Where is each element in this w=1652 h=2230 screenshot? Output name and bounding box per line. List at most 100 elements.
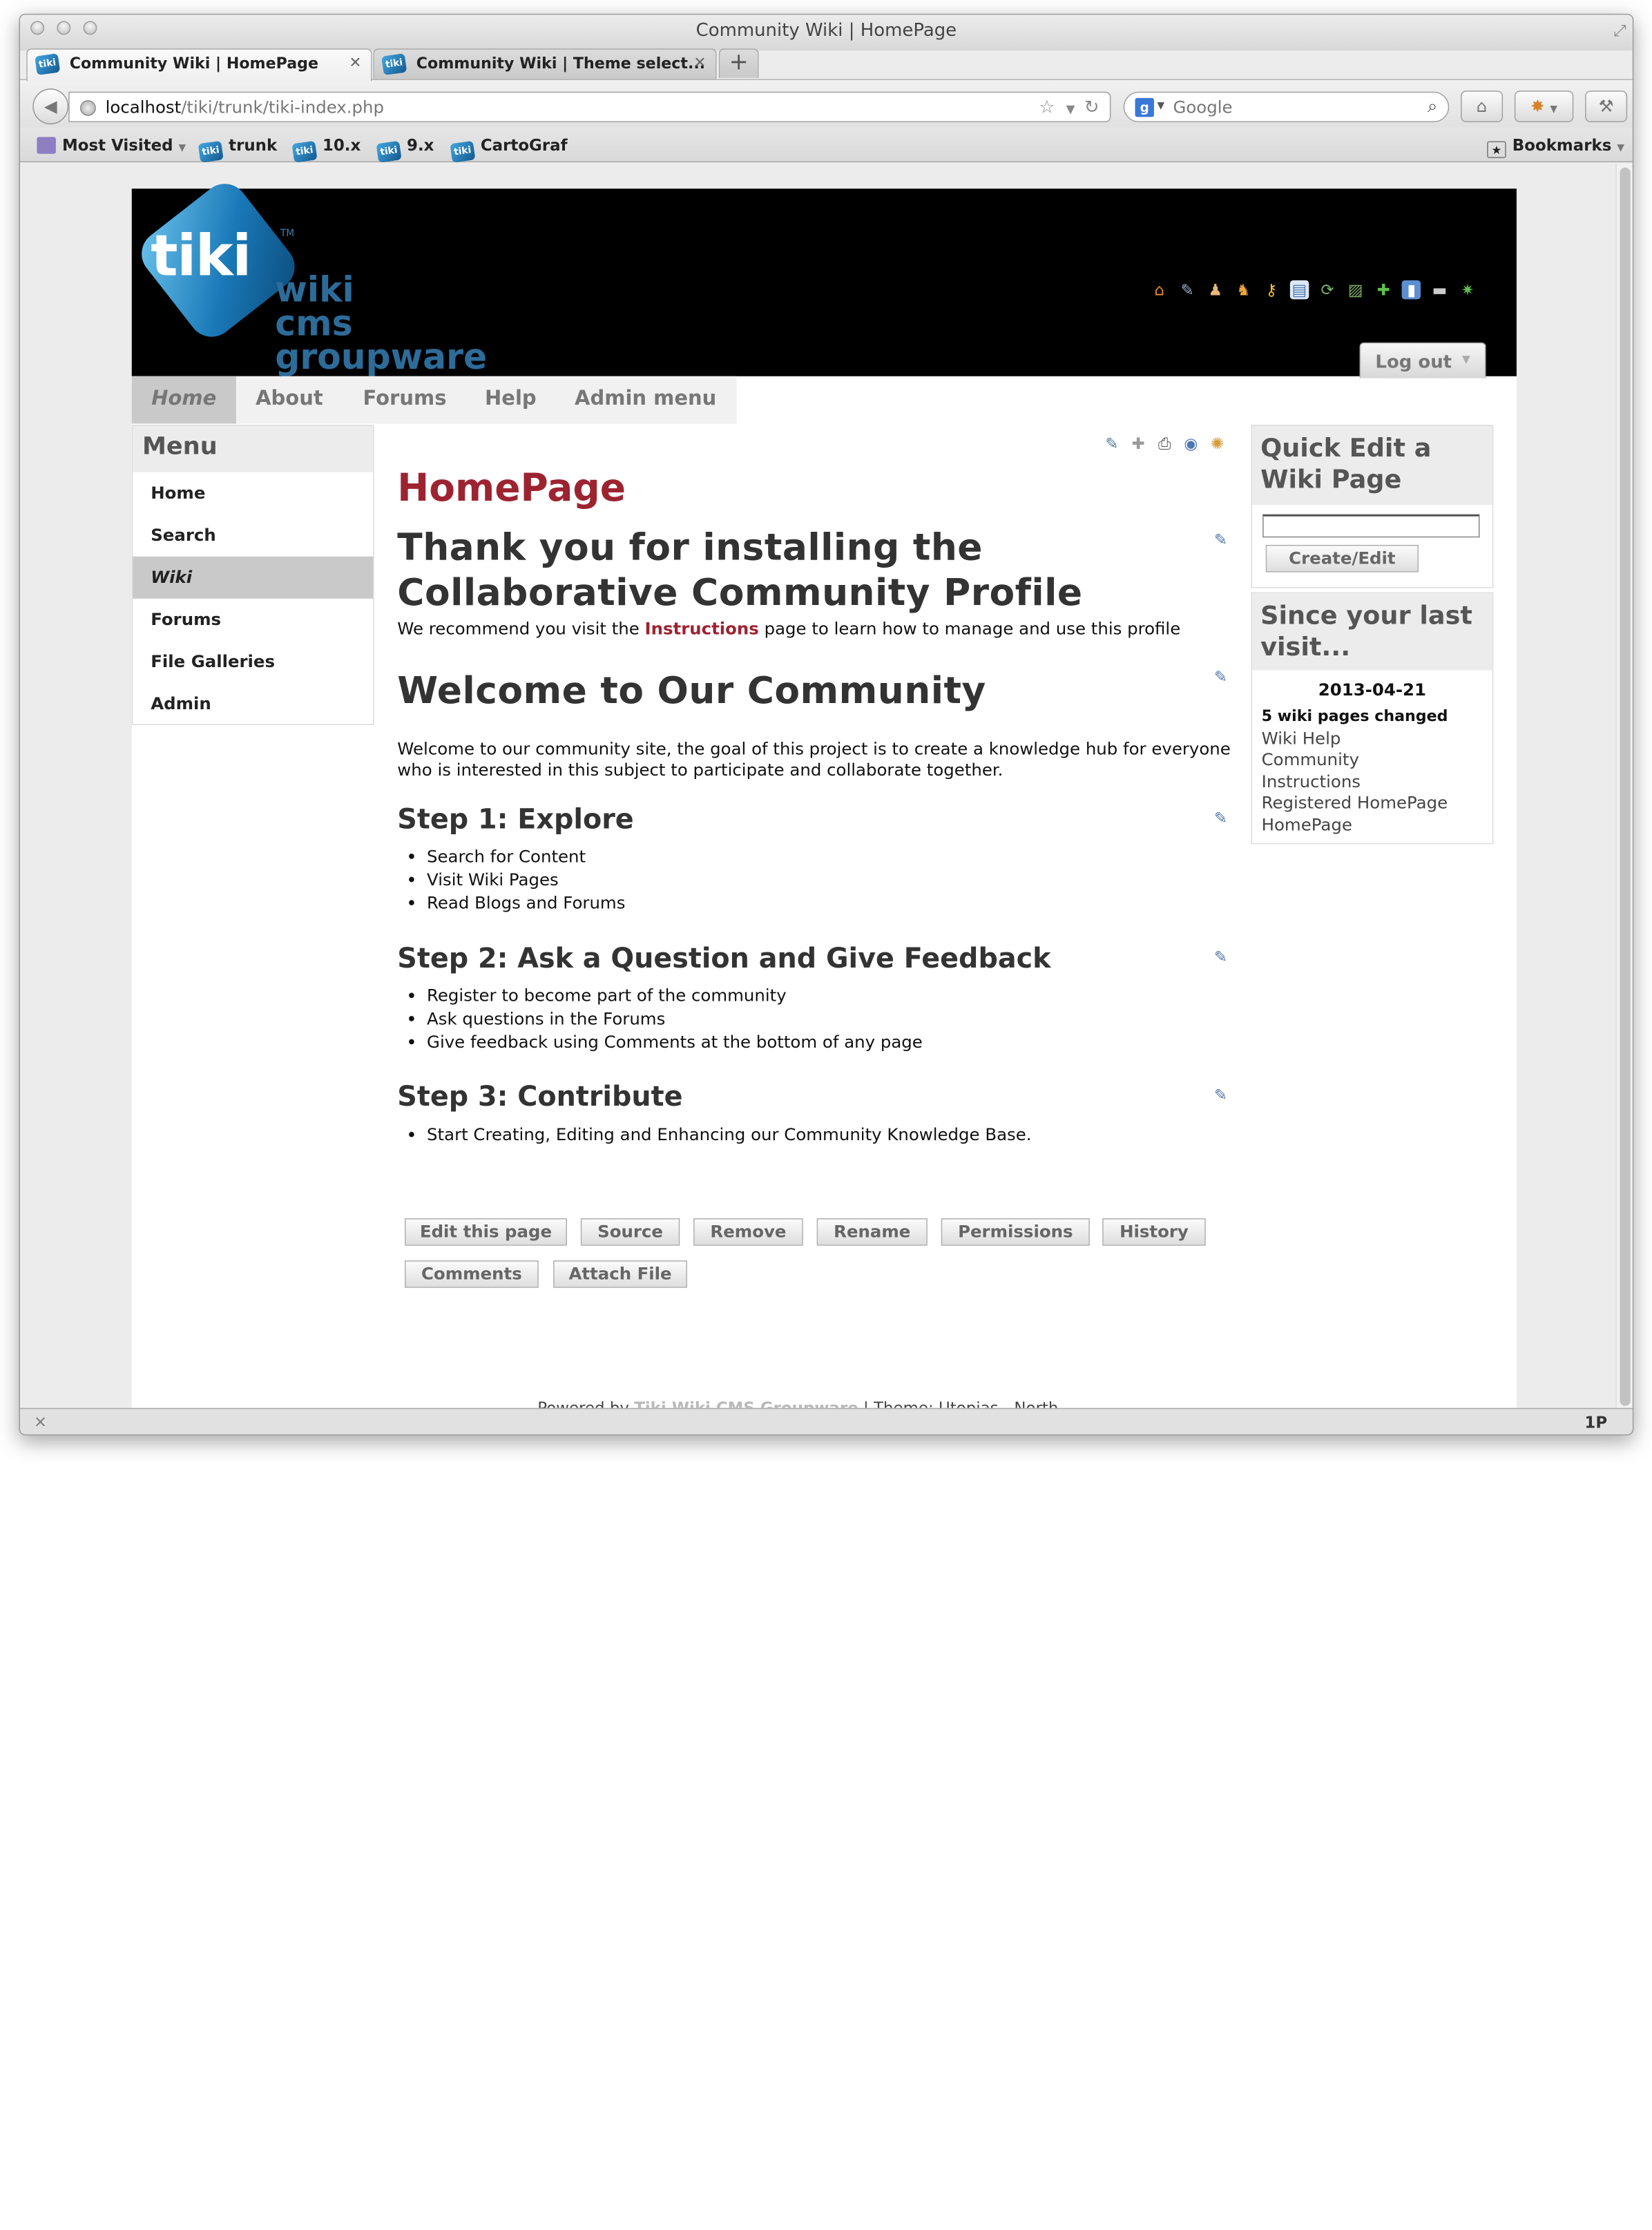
- addon-button[interactable]: ✸ ▼: [1514, 90, 1574, 123]
- list-item: Give feedback using Comments at the bott…: [427, 1030, 923, 1054]
- url-text[interactable]: localhost/tiki/trunk/tiki-index.php: [106, 97, 384, 117]
- menu-item-search[interactable]: Search: [133, 515, 373, 557]
- nav-admin-menu[interactable]: Admin menu: [555, 376, 737, 424]
- bookmark-most-visited[interactable]: Most Visited ▼: [37, 136, 186, 155]
- changed-page-link[interactable]: Instructions: [1262, 771, 1448, 793]
- site-header: tiki TM wiki cms groupware ⌂ ✎ ♟ ♞ ⚷ ▤ ⟳ ▨ ✚ ▮ ▬ ✷ …: [131, 174, 1517, 378]
- menu-item-admin[interactable]: Admin: [133, 683, 373, 725]
- edit-section-icon[interactable]: ✎: [1214, 667, 1236, 686]
- search-bar[interactable]: g ▼ Google ⌕: [1123, 91, 1450, 123]
- bookmark-9x[interactable]: tiki 9.x: [376, 136, 434, 163]
- nav-home[interactable]: Home: [131, 376, 236, 424]
- status-bar: × 1P: [19, 1407, 1633, 1434]
- tab-bar: tiki Community Wiki | HomePage ✕ tiki Co…: [20, 46, 1633, 81]
- minus-icon[interactable]: ▬: [1430, 280, 1449, 299]
- powered-by-link[interactable]: Tiki Wiki CMS Groupware: [634, 1398, 858, 1408]
- permissions-button[interactable]: Permissions: [941, 1218, 1090, 1246]
- bookmarks-menu[interactable]: ★ Bookmarks ▼: [1487, 136, 1624, 158]
- remove-button[interactable]: Remove: [693, 1218, 803, 1246]
- instructions-link[interactable]: Instructions: [645, 619, 759, 639]
- most-visited-icon: [37, 137, 56, 154]
- rename-button[interactable]: Rename: [816, 1218, 928, 1246]
- translate-icon[interactable]: ✺: [1207, 433, 1228, 454]
- tiki-site: tiki TM wiki cms groupware ⌂ ✎ ♟ ♞ ⚷ ▤ ⟳ ▨ ✚ ▮ ▬ ✷ …: [131, 174, 1517, 1408]
- plugin-icon[interactable]: ✚: [1374, 280, 1393, 299]
- gear-icon[interactable]: ✷: [1458, 280, 1477, 299]
- tiki-favicon-icon: tiki: [198, 140, 224, 163]
- tools-button[interactable]: ⚒: [1585, 90, 1628, 123]
- logo-word-cms: cms: [275, 302, 353, 344]
- step3-list: Start Creating, Editing and Enhancing ou…: [427, 1124, 1032, 1147]
- nav-forums[interactable]: Forums: [343, 376, 467, 424]
- home-button[interactable]: ⌂: [1461, 90, 1504, 123]
- edit-page-icon[interactable]: ▨: [1346, 280, 1365, 299]
- changes-summary: 5 wiki pages changed: [1261, 708, 1448, 725]
- edit-icon[interactable]: ✎: [1102, 433, 1123, 454]
- url-bar[interactable]: localhost/tiki/trunk/tiki-index.php ☆ ▼ …: [68, 91, 1111, 123]
- edit-this-page-button[interactable]: Edit this page: [404, 1218, 567, 1246]
- reload-icon[interactable]: ↻: [1084, 97, 1099, 118]
- home-icon[interactable]: ⌂: [1150, 280, 1169, 299]
- tab-homepage[interactable]: tiki Community Wiki | HomePage ✕: [26, 48, 372, 81]
- quick-edit-page-input[interactable]: [1262, 514, 1480, 538]
- menu-item-home[interactable]: Home: [133, 472, 373, 515]
- attach-file-button[interactable]: Attach File: [553, 1260, 687, 1288]
- admin-icon-bar: ⌂ ✎ ♟ ♞ ⚷ ▤ ⟳ ▨ ✚ ▮ ▬ ✷: [1150, 279, 1486, 300]
- file-icon[interactable]: ▮: [1402, 280, 1421, 300]
- source-button[interactable]: Source: [580, 1218, 680, 1246]
- user-icon[interactable]: ♟: [1206, 280, 1224, 299]
- bookmark-cartograf[interactable]: tiki CartoGraf: [450, 136, 568, 163]
- edit-section-icon[interactable]: ✎: [1214, 948, 1236, 966]
- users-icon[interactable]: ♞: [1234, 280, 1253, 299]
- close-tab-icon[interactable]: ✕: [349, 55, 362, 71]
- logo-word-wiki: wiki: [275, 269, 354, 310]
- tiki-favicon-icon: tiki: [381, 53, 407, 76]
- history-button[interactable]: History: [1102, 1218, 1206, 1246]
- history-dropdown-icon[interactable]: ▼: [1066, 102, 1075, 116]
- changed-page-link[interactable]: Community: [1262, 750, 1448, 771]
- changed-page-link[interactable]: Registered HomePage: [1262, 793, 1448, 814]
- new-tab-button[interactable]: +: [718, 48, 759, 78]
- panel-icon[interactable]: ▤: [1289, 280, 1309, 300]
- refresh-icon[interactable]: ⟳: [1318, 280, 1336, 299]
- puzzle-icon[interactable]: ✚: [1128, 433, 1149, 454]
- menu-item-forums[interactable]: Forums: [133, 599, 373, 641]
- nav-help[interactable]: Help: [467, 376, 555, 424]
- back-arrow-icon: ◀: [44, 95, 57, 116]
- tab-theme-select[interactable]: tiki Community Wiki | Theme select... ✕: [373, 48, 717, 80]
- print-icon[interactable]: ⎙: [1154, 433, 1175, 454]
- menu-item-file-galleries[interactable]: File Galleries: [133, 641, 373, 683]
- search-icon[interactable]: ⌕: [1428, 96, 1438, 117]
- back-button[interactable]: ◀: [32, 88, 69, 125]
- edit-section-icon[interactable]: ✎: [1214, 1086, 1236, 1104]
- site-identity-icon[interactable]: [79, 99, 96, 116]
- onepassword-icon[interactable]: 1P: [1584, 1413, 1607, 1432]
- create-edit-button[interactable]: Create/Edit: [1265, 544, 1419, 573]
- wrench-icon[interactable]: ✎: [1178, 280, 1196, 299]
- scrollbar-thumb[interactable]: [1620, 167, 1631, 1406]
- heading-welcome: Welcome to Our Community: [397, 670, 986, 713]
- changed-page-link[interactable]: Wiki Help: [1262, 728, 1448, 749]
- nav-about[interactable]: About: [236, 376, 343, 424]
- key-icon[interactable]: ⚷: [1262, 280, 1280, 299]
- google-icon[interactable]: g: [1135, 97, 1154, 117]
- left-menu-module: Menu Home Search Wiki Forums File Galler…: [131, 424, 374, 725]
- bookmark-10x[interactable]: tiki 10.x: [291, 136, 361, 163]
- heading-thank-you-line1: Thank you for installing the: [397, 527, 983, 570]
- bookmark-star-icon[interactable]: ☆: [1039, 97, 1055, 118]
- search-input[interactable]: Google: [1173, 97, 1232, 117]
- search-engine-dropdown-icon[interactable]: ▼: [1158, 101, 1165, 111]
- since-last-visit-module: Since your last visit... 2013-04-21 5 wik…: [1251, 592, 1494, 845]
- bookmark-trunk[interactable]: tiki trunk: [198, 136, 277, 163]
- comments-button[interactable]: Comments: [404, 1260, 539, 1288]
- watch-icon[interactable]: ◉: [1180, 433, 1202, 454]
- logout-button[interactable]: Log out ▼: [1359, 342, 1486, 378]
- changed-page-link[interactable]: HomePage: [1262, 814, 1448, 836]
- vertical-scrollbar[interactable]: [1615, 163, 1633, 1408]
- edit-section-icon[interactable]: ✎: [1214, 530, 1236, 549]
- menu-item-wiki[interactable]: Wiki: [133, 556, 374, 599]
- fullscreen-icon[interactable]: ⤢: [1613, 21, 1626, 40]
- close-tab-icon[interactable]: ✕: [694, 55, 707, 71]
- close-status-icon[interactable]: ×: [34, 1412, 47, 1431]
- edit-section-icon[interactable]: ✎: [1214, 808, 1236, 827]
